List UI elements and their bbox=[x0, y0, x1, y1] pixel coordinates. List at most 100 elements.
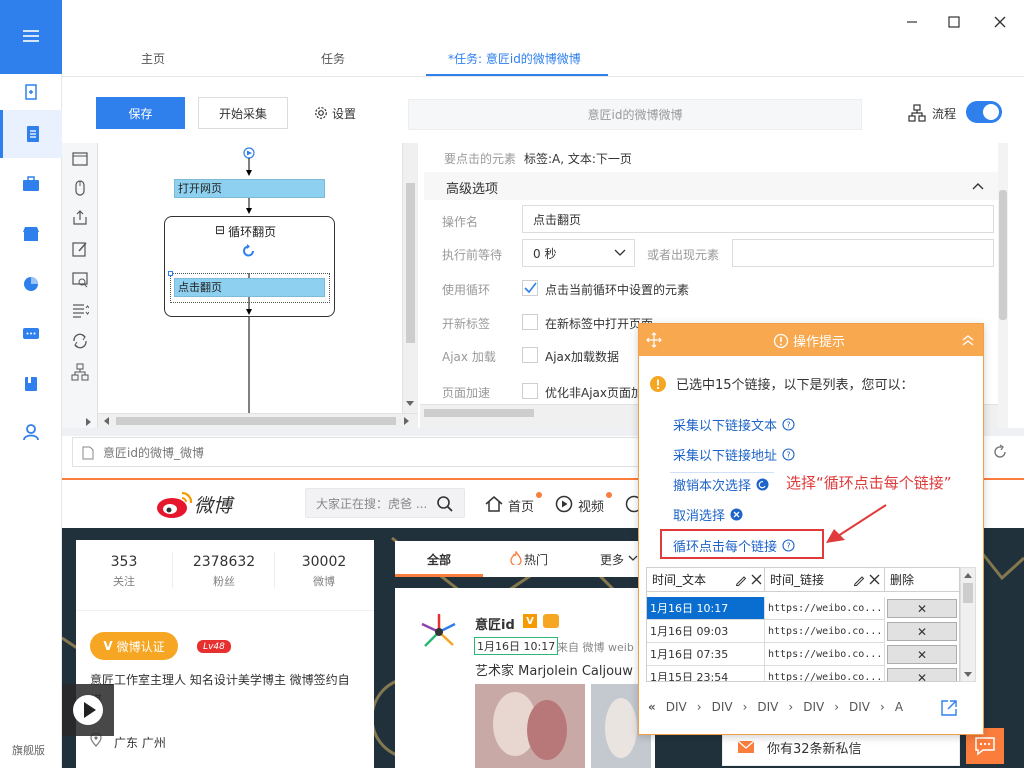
column-header-time-text[interactable]: 时间_文本 bbox=[647, 568, 765, 592]
sidebar-toolbox[interactable] bbox=[0, 160, 62, 208]
delete-row-button[interactable]: ✕ bbox=[887, 645, 957, 664]
table-cell-time-link[interactable]: https://weibo.co... bbox=[765, 620, 885, 643]
selection-handle[interactable] bbox=[168, 271, 173, 276]
tool-select-list[interactable] bbox=[68, 298, 92, 322]
collapse-double-chevron-icon[interactable] bbox=[961, 333, 975, 347]
feed-tab-all[interactable]: 全部 bbox=[427, 551, 451, 568]
path-segment[interactable]: DIV bbox=[712, 700, 733, 714]
tool-recognize[interactable] bbox=[68, 268, 92, 292]
pencil-icon[interactable] bbox=[735, 574, 747, 586]
scroll-down-arrow[interactable] bbox=[406, 401, 414, 406]
browser-refresh-button[interactable] bbox=[988, 440, 1012, 464]
feed-tab-hot[interactable]: 热门 bbox=[524, 551, 548, 568]
new-tab-checkbox[interactable] bbox=[522, 314, 538, 330]
panel-scroll-thumb[interactable] bbox=[999, 190, 1007, 320]
start-collect-button[interactable]: 开始采集 bbox=[198, 97, 288, 129]
flow-node-click-page[interactable]: 点击翻页 bbox=[174, 278, 325, 297]
menu-button[interactable] bbox=[0, 0, 62, 74]
post-author[interactable]: 意匠id bbox=[475, 614, 515, 633]
discover-icon[interactable] bbox=[624, 494, 638, 514]
help-icon[interactable]: ? bbox=[782, 539, 795, 552]
maximize-button[interactable] bbox=[940, 8, 968, 36]
column-header-time-link[interactable]: 时间_链接 bbox=[765, 568, 885, 592]
table-scrollbar[interactable] bbox=[960, 567, 976, 682]
scroll-down-arrow[interactable] bbox=[964, 672, 972, 677]
delete-row-button[interactable]: ✕ bbox=[887, 599, 957, 618]
close-icon[interactable] bbox=[869, 574, 880, 585]
stat-posts-count[interactable]: 30002 bbox=[279, 554, 369, 570]
drag-move-icon[interactable] bbox=[645, 331, 663, 349]
author-avatar[interactable] bbox=[419, 612, 459, 652]
open-external-icon[interactable] bbox=[940, 699, 958, 717]
loop-title[interactable]: ⊟ 循环翻页 bbox=[215, 223, 276, 240]
sidebar-new-task[interactable] bbox=[0, 68, 62, 116]
path-segment[interactable]: DIV bbox=[803, 700, 824, 714]
video-icon[interactable] bbox=[554, 494, 574, 514]
tool-loop[interactable] bbox=[68, 329, 92, 353]
table-cell-time-link[interactable]: https://weibo.co... bbox=[765, 643, 885, 666]
close-icon[interactable] bbox=[751, 574, 762, 585]
table-cell-time-link[interactable]: https://weibo.co... bbox=[765, 666, 885, 681]
table-cell-time-text[interactable]: 1月15日 23:54 bbox=[647, 666, 765, 681]
loop-click-each-link[interactable]: 循环点击每个链接 ? bbox=[673, 536, 795, 555]
stat-fans-count[interactable]: 2378632 bbox=[179, 554, 269, 570]
task-name-field[interactable]: 意匠id的微博微博 bbox=[408, 99, 862, 130]
minimize-button[interactable] bbox=[898, 8, 926, 36]
undo-selection-link[interactable]: 撤销本次选择 bbox=[673, 475, 769, 494]
table-cell-time-text[interactable]: 1月16日 07:35 bbox=[647, 643, 765, 666]
weibo-search-input[interactable]: 大家正在搜：虎爸 ... bbox=[305, 488, 465, 518]
stat-following-count[interactable]: 353 bbox=[79, 554, 169, 570]
palette-expand-arrow[interactable] bbox=[86, 418, 91, 426]
search-icon[interactable] bbox=[436, 495, 454, 513]
pencil-icon[interactable] bbox=[853, 574, 865, 586]
op-name-input[interactable]: 点击翻页 bbox=[522, 205, 994, 233]
save-button[interactable]: 保存 bbox=[96, 97, 185, 129]
sidebar-tutorial[interactable] bbox=[0, 360, 62, 408]
tool-open-page[interactable] bbox=[68, 147, 92, 171]
collect-link-url-link[interactable]: 采集以下链接地址 ? bbox=[673, 445, 795, 464]
tab-home[interactable]: 主页 bbox=[141, 50, 165, 74]
feed-tab-more[interactable]: 更多 bbox=[600, 551, 624, 568]
sidebar-market[interactable] bbox=[0, 210, 62, 258]
close-circle-icon[interactable] bbox=[730, 508, 743, 521]
video-play-button[interactable] bbox=[62, 684, 114, 736]
scroll-right-arrow[interactable] bbox=[404, 417, 409, 425]
sidebar-stats[interactable] bbox=[0, 260, 62, 308]
help-icon[interactable]: ? bbox=[782, 418, 795, 431]
nav-home[interactable]: 首页 bbox=[508, 496, 534, 515]
table-cell-time-text[interactable]: 1月16日 09:03 bbox=[647, 620, 765, 643]
verify-badge[interactable]: V 微博认证 bbox=[90, 632, 178, 660]
sidebar-account[interactable] bbox=[0, 408, 62, 456]
ajax-checkbox[interactable] bbox=[522, 347, 538, 363]
weibo-logo-text[interactable]: 微博 bbox=[194, 491, 232, 518]
use-loop-checkbox[interactable] bbox=[522, 280, 538, 296]
close-window-button[interactable] bbox=[986, 8, 1014, 36]
post-time-link[interactable]: 1月16日 10:17 bbox=[474, 637, 559, 655]
sidebar-messages[interactable] bbox=[0, 310, 62, 358]
panel-scroll-thumb-h[interactable] bbox=[424, 409, 534, 417]
table-cell-time-text[interactable]: 1月16日 10:17 bbox=[647, 597, 765, 620]
tool-input-text[interactable] bbox=[68, 237, 92, 261]
path-segment[interactable]: DIV bbox=[666, 700, 687, 714]
settings-button[interactable]: 设置 bbox=[302, 97, 368, 129]
path-segment[interactable]: DIV bbox=[757, 700, 778, 714]
tool-condition[interactable] bbox=[68, 360, 92, 384]
scroll-thumb[interactable] bbox=[406, 183, 415, 343]
path-segment[interactable]: A bbox=[895, 700, 903, 714]
canvas-horizontal-scrollbar[interactable] bbox=[98, 413, 418, 428]
nav-video[interactable]: 视频 bbox=[578, 496, 604, 515]
tool-extract[interactable] bbox=[68, 205, 92, 229]
help-icon[interactable]: ? bbox=[782, 448, 795, 461]
flow-toggle-switch[interactable] bbox=[966, 101, 1002, 123]
flow-node-open-page[interactable]: 打开网页 bbox=[174, 179, 325, 198]
tool-click[interactable] bbox=[68, 176, 92, 200]
delete-row-button[interactable]: ✕ bbox=[887, 622, 957, 641]
canvas-vertical-scrollbar[interactable] bbox=[402, 143, 418, 413]
tab-current-task[interactable]: *任务: 意匠id的微博微博 bbox=[448, 50, 581, 74]
collapse-icon[interactable]: ⊟ bbox=[215, 223, 225, 240]
speedup-checkbox[interactable] bbox=[522, 383, 538, 399]
advanced-options-header[interactable]: 高级选项 bbox=[424, 172, 1002, 200]
post-image-1[interactable] bbox=[475, 684, 585, 768]
path-segment[interactable]: DIV bbox=[849, 700, 870, 714]
home-icon[interactable] bbox=[484, 494, 504, 514]
